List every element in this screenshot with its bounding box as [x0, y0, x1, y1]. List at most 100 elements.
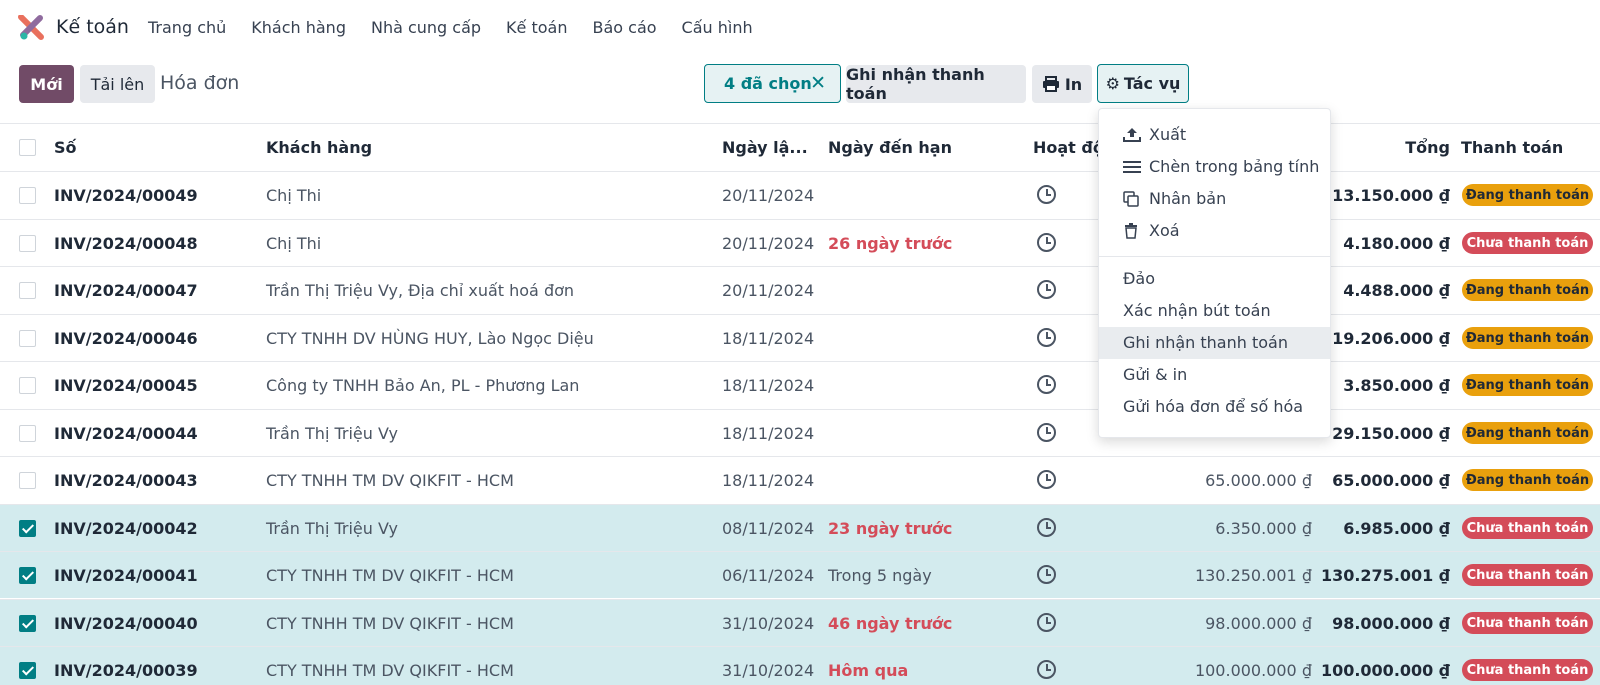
dropdown-item-delete[interactable]: Xoá — [1099, 215, 1330, 247]
dropdown-item-confirm-entries[interactable]: Xác nhận bút toán — [1099, 295, 1330, 327]
invoice-date: 06/11/2024 — [722, 566, 815, 585]
due-date: Hôm qua — [828, 661, 909, 680]
menu-item-vendors[interactable]: Nhà cung cấp — [371, 18, 481, 37]
table-row[interactable]: INV/2024/00042 Trần Thị Triệu Vy 08/11/202… — [0, 504, 1600, 551]
column-customer[interactable]: Khách hàng — [266, 138, 372, 157]
clock-icon[interactable] — [1037, 328, 1056, 347]
dropdown-item-duplicate[interactable]: Nhân bản — [1099, 183, 1330, 215]
table-row[interactable]: INV/2024/00047 Trần Thị Triệu Vy, Địa chỉ… — [0, 266, 1600, 313]
column-number[interactable]: Số — [54, 138, 77, 157]
invoice-number: INV/2024/00042 — [54, 519, 198, 538]
customer-name: CTY TNHH TM DV QIKFIT - HCM — [266, 566, 514, 585]
row-checkbox[interactable] — [19, 235, 36, 252]
menu-item-customers[interactable]: Khách hàng — [251, 18, 346, 37]
table-row[interactable]: INV/2024/00048 Chị Thi 20/11/2024 26 ngày t… — [0, 219, 1600, 266]
new-button[interactable]: Mới — [19, 65, 74, 103]
table-row[interactable]: INV/2024/00043 CTY TNHH TM DV QIKFIT - HC… — [0, 456, 1600, 503]
clock-icon[interactable] — [1037, 280, 1056, 299]
total-amount: 98.000.000 ₫ — [1332, 614, 1450, 633]
customer-name: Trần Thị Triệu Vy — [266, 519, 398, 538]
table-header: Số Khách hàng Ngày lậ... Ngày đến hạn Ho… — [0, 123, 1600, 171]
column-payment-status[interactable]: Thanh toán — [1461, 138, 1563, 157]
table-row[interactable]: INV/2024/00044 Trần Thị Triệu Vy 18/11/202… — [0, 409, 1600, 456]
invoice-date: 31/10/2024 — [722, 614, 815, 633]
column-total[interactable]: Tổng — [1405, 138, 1450, 157]
row-checkbox[interactable] — [19, 472, 36, 489]
invoice-number: INV/2024/00043 — [54, 471, 198, 490]
untaxed-amount: 6.350.000 ₫ — [1215, 519, 1312, 538]
clock-icon[interactable] — [1037, 565, 1056, 584]
customer-name: Công ty TNHH Bảo An, PL - Phương Lan — [266, 376, 580, 395]
row-checkbox[interactable] — [19, 520, 36, 537]
total-amount: 130.275.001 ₫ — [1320, 566, 1450, 585]
invoice-number: INV/2024/00040 — [54, 614, 198, 633]
menu-item-accounting[interactable]: Kế toán — [506, 18, 567, 37]
dropdown-item-send-digitize[interactable]: Gửi hóa đơn để số hóa — [1099, 391, 1330, 423]
menu-item-reports[interactable]: Báo cáo — [592, 18, 656, 37]
untaxed-amount: 100.000.000 ₫ — [1194, 661, 1312, 680]
actions-button[interactable]: ⚙ Tác vụ — [1097, 64, 1189, 103]
breadcrumb: Hóa đơn — [160, 72, 240, 94]
dropdown-item-send-print[interactable]: Gửi & in — [1099, 359, 1330, 391]
clock-icon[interactable] — [1037, 233, 1056, 252]
row-checkbox[interactable] — [19, 567, 36, 584]
clock-icon[interactable] — [1037, 518, 1056, 537]
invoice-date: 18/11/2024 — [722, 329, 815, 348]
invoice-date: 20/11/2024 — [722, 234, 815, 253]
table-row[interactable]: INV/2024/00040 CTY TNHH TM DV QIKFIT - HC… — [0, 599, 1600, 646]
upload-button[interactable]: Tải lên — [80, 65, 155, 103]
status-badge: Chưa thanh toán — [1462, 564, 1593, 586]
row-checkbox[interactable] — [19, 615, 36, 632]
table-row[interactable]: INV/2024/00049 Chị Thi 20/11/2024 13.150.00… — [0, 171, 1600, 218]
dropdown-item-register-payment[interactable]: Ghi nhận thanh toán — [1099, 327, 1330, 359]
table-row[interactable]: INV/2024/00045 Công ty TNHH Bảo An, PL - … — [0, 361, 1600, 408]
row-checkbox[interactable] — [19, 662, 36, 679]
accounting-app-icon[interactable] — [18, 15, 44, 41]
status-badge: Đang thanh toán — [1462, 469, 1593, 491]
printer-icon — [1042, 76, 1059, 92]
row-checkbox[interactable] — [19, 377, 36, 394]
customer-name: CTY TNHH DV HÙNG HUY, Lào Ngọc Diệu — [266, 329, 594, 348]
dropdown-item-reverse[interactable]: Đảo — [1099, 263, 1330, 295]
register-payment-button[interactable]: Ghi nhận thanh toán — [846, 65, 1026, 103]
untaxed-amount: 98.000.000 ₫ — [1205, 614, 1312, 633]
clock-icon[interactable] — [1037, 613, 1056, 632]
clock-icon[interactable] — [1037, 423, 1056, 442]
dropdown-item-export[interactable]: Xuất — [1099, 119, 1330, 151]
print-button[interactable]: In — [1032, 65, 1092, 103]
column-due-date[interactable]: Ngày đến hạn — [828, 138, 952, 157]
table-row[interactable]: INV/2024/00039 CTY TNHH TM DV QIKFIT - HC… — [0, 646, 1600, 685]
customer-name: CTY TNHH TM DV QIKFIT - HCM — [266, 614, 514, 633]
column-invoice-date[interactable]: Ngày lậ... — [722, 138, 808, 157]
menu-item-configuration[interactable]: Cấu hình — [682, 18, 753, 37]
row-checkbox[interactable] — [19, 425, 36, 442]
clock-icon[interactable] — [1037, 470, 1056, 489]
total-amount: 6.985.000 ₫ — [1343, 519, 1450, 538]
customer-name: CTY TNHH TM DV QIKFIT - HCM — [266, 661, 514, 680]
total-amount: 19.206.000 ₫ — [1332, 329, 1450, 348]
dropdown-item-insert-spreadsheet[interactable]: Chèn trong bảng tính — [1099, 151, 1330, 183]
total-amount: 4.180.000 ₫ — [1343, 234, 1450, 253]
dropdown-divider — [1099, 256, 1330, 257]
menu-item-home[interactable]: Trang chủ — [148, 18, 226, 37]
table-row[interactable]: INV/2024/00046 CTY TNHH DV HÙNG HUY, Lào … — [0, 314, 1600, 361]
invoice-number: INV/2024/00045 — [54, 376, 198, 395]
table-row[interactable]: INV/2024/00041 CTY TNHH TM DV QIKFIT - HC… — [0, 551, 1600, 598]
untaxed-amount: 65.000.000 ₫ — [1205, 471, 1312, 490]
row-checkbox[interactable] — [19, 330, 36, 347]
invoice-date: 08/11/2024 — [722, 519, 815, 538]
clock-icon[interactable] — [1037, 375, 1056, 394]
print-label: In — [1064, 74, 1083, 94]
close-icon[interactable]: ✕ — [810, 72, 826, 94]
row-checkbox[interactable] — [19, 282, 36, 299]
invoice-date: 20/11/2024 — [722, 186, 815, 205]
selection-badge: 4 đã chọn ✕ — [704, 64, 841, 103]
invoice-number: INV/2024/00049 — [54, 186, 198, 205]
clock-icon[interactable] — [1037, 660, 1056, 679]
total-amount: 29.150.000 ₫ — [1332, 424, 1450, 443]
clock-icon[interactable] — [1037, 185, 1056, 204]
select-all-checkbox[interactable] — [19, 139, 36, 156]
app-title[interactable]: Kế toán — [56, 16, 129, 38]
row-checkbox[interactable] — [19, 187, 36, 204]
due-date: 26 ngày trước — [828, 234, 953, 253]
